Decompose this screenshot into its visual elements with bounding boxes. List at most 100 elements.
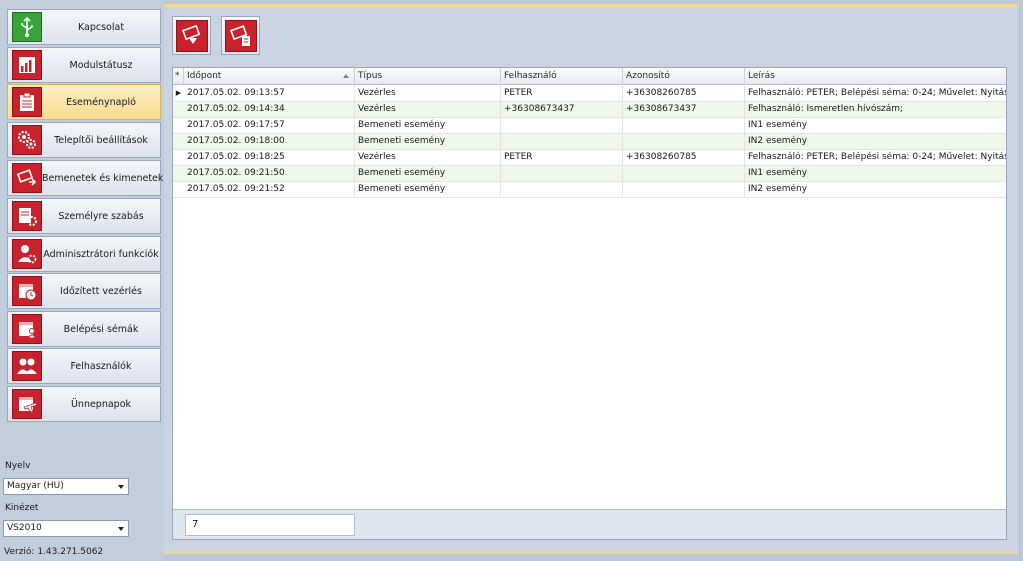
grid-header: * Időpont Típus Felhasználó Azonosító Le… [173,68,1006,85]
sidebar-item-9[interactable]: Belépési sémák [7,311,161,347]
sidebar-item-1[interactable]: Kapcsolat [7,9,161,45]
cell-user [501,118,623,134]
sort-ascending-icon [343,74,349,78]
sidebar-item-label: Ünnepnapok [70,398,132,410]
admin-user-icon [12,239,42,269]
cell-user: +36308673437 [501,102,623,118]
cell-description: IN2 esemény [748,136,808,146]
table-row[interactable]: ▶ 2017.05.02. 09:13:57 Vezérles PETER +36308… [173,86,1006,102]
cell-type: Vezérles [355,150,501,166]
sidebar-item-4[interactable]: Telepítői beállítások [7,122,161,158]
sidebar-item-label: Belépési sémák [63,323,139,335]
cell-type: Vezérles [355,102,501,118]
cell-time: 2017.05.02. 09:14:34 [184,102,355,118]
language-select[interactable]: Magyar (HU) [3,478,129,495]
cell-user [501,166,623,182]
device-export-icon [224,19,257,52]
cell-type: Bemeneti esemény [355,118,501,134]
table-row[interactable]: 2017.05.02. 09:18:00 Bemeneti esemény IN2 … [173,134,1006,150]
chevron-down-icon [118,485,124,489]
grid-footer: 7 [173,509,1006,539]
cell-id [623,166,745,182]
chevron-down-icon [118,527,124,531]
cell-time: 2017.05.02. 09:13:57 [184,86,355,102]
sidebar-item-11[interactable]: Ünnepnapok [7,386,161,422]
cell-id: +36308260785 [623,86,745,102]
bar-chart-icon [12,50,42,80]
cell-time: 2017.05.02. 09:18:00 [184,134,355,150]
users-icon [12,351,42,381]
sidebar-item-label: Időzített vezérlés [60,285,142,297]
sidebar-item-label: Adminisztrátori funkciók [43,248,159,260]
sidebar-item-5[interactable]: Bemenetek és kimenetek [7,160,164,196]
table-row[interactable]: 2017.05.02. 09:21:50 Bemeneti esemény IN1 … [173,166,1006,182]
language-value: Magyar (HU) [7,481,64,491]
theme-value: VS2010 [7,523,42,533]
row-indicator-header: * [173,68,184,85]
table-row[interactable]: 2017.05.02. 09:18:25 Vezérles PETER +363082… [173,150,1006,166]
current-row-indicator-icon [173,166,184,182]
sidebar-item-2[interactable]: Modulstátusz [7,47,161,83]
current-row-indicator-icon [173,150,184,166]
cell-user: PETER [501,150,623,166]
cell-description: Felhasználó: PETER; Belépési séma: 0-24;… [748,152,1006,162]
sidebar-item-label: Kapcsolat [77,21,125,33]
sidebar-item-7[interactable]: Adminisztrátori funkciók [7,236,161,272]
cell-user [501,182,623,198]
current-row-indicator-icon [173,102,184,118]
version-text: Verzió: 1.43.271.5062 [4,547,104,557]
sidebar-item-label: Modulstátusz [69,59,133,71]
sidebar-item-6[interactable]: Személyre szabás [7,198,161,234]
theme-label: Kinézet [5,503,39,513]
table-row[interactable]: 2017.05.02. 09:17:57 Bemeneti esemény IN1 … [173,118,1006,134]
event-log-grid[interactable]: * Időpont Típus Felhasználó Azonosító Le… [172,67,1007,540]
export-log-button[interactable] [221,16,260,55]
cell-time: 2017.05.02. 09:18:25 [184,150,355,166]
sidebar-item-label: Eseménynapló [66,96,136,108]
current-row-indicator-icon [173,134,184,150]
cell-id [623,134,745,150]
table-row[interactable]: 2017.05.02. 09:14:34 Vezérles +36308673437… [173,102,1006,118]
cell-type: Bemeneti esemény [355,182,501,198]
cell-time: 2017.05.02. 09:21:52 [184,182,355,198]
cell-type: Vezérles [355,86,501,102]
sidebar-item-label: Bemenetek és kimenetek [42,172,164,184]
sidebar-item-label: Személyre szabás [58,210,144,222]
clipboard-icon [12,87,42,117]
column-header-user[interactable]: Felhasználó [501,68,623,85]
device-download-icon [175,19,208,52]
cell-user: PETER [501,86,623,102]
cell-user [501,134,623,150]
customize-icon [12,201,42,231]
cell-description: IN1 esemény [748,120,808,130]
sidebar-item-3[interactable]: Eseménynapló [7,84,161,120]
cell-time: 2017.05.02. 09:17:57 [184,118,355,134]
sidebar-item-label: Telepítői beállítások [54,134,148,146]
download-log-button[interactable] [172,16,211,55]
calendar-user-icon [12,314,42,344]
cell-description: IN2 esemény [748,184,808,194]
usb-icon [12,12,42,42]
sidebar-item-label: Felhasználók [70,360,132,372]
cell-id: +36308673437 [623,102,745,118]
gears-icon [12,125,42,155]
cell-id [623,182,745,198]
sidebar-item-8[interactable]: Időzített vezérlés [7,273,161,309]
calendar-clock-icon [12,276,42,306]
row-count-summary: 7 [185,514,355,536]
sidebar: Kapcsolat Modulstátusz Eseménynapló Telepít… [0,0,164,561]
sidebar-item-10[interactable]: Felhasználók [7,348,161,384]
cell-description: IN1 esemény [748,168,808,178]
theme-select[interactable]: VS2010 [3,520,129,537]
column-header-description[interactable]: Leírás [745,68,1006,85]
cell-type: Bemeneti esemény [355,166,501,182]
column-header-type[interactable]: Típus [355,68,501,85]
language-label: Nyelv [5,461,31,471]
table-row[interactable]: 2017.05.02. 09:21:52 Bemeneti esemény IN2 … [173,182,1006,198]
column-header-id[interactable]: Azonosító [623,68,745,85]
cell-id [623,118,745,134]
cell-time: 2017.05.02. 09:21:50 [184,166,355,182]
column-header-time[interactable]: Időpont [184,68,355,85]
holiday-plane-icon [12,389,42,419]
cell-description: Felhasználó: PETER; Belépési séma: 0-24;… [748,88,1006,98]
